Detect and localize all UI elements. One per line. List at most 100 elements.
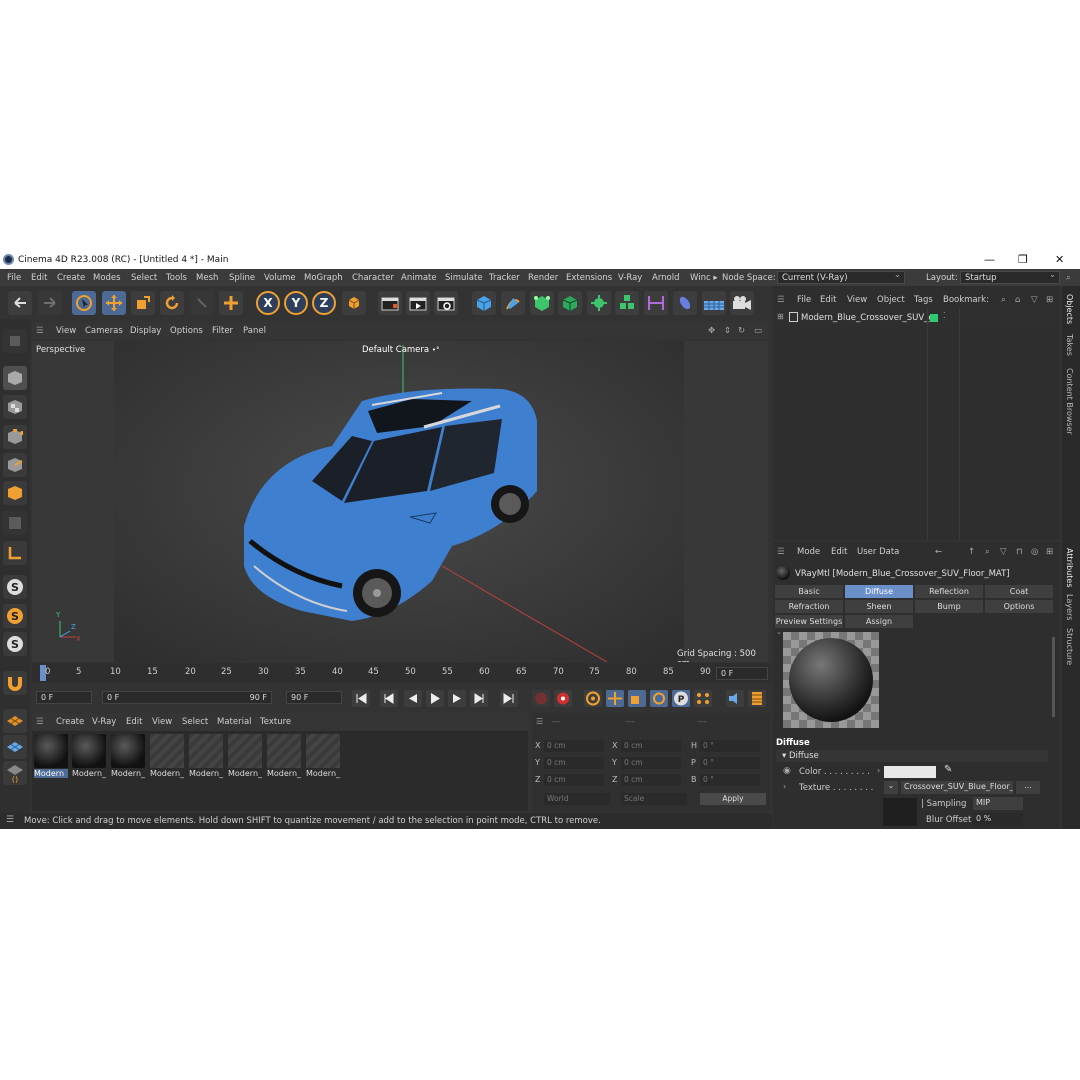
material-menu-edit[interactable]: Edit bbox=[126, 717, 142, 727]
array-icon[interactable] bbox=[615, 291, 639, 315]
attribute-new-window-icon[interactable]: ⊞ bbox=[1046, 547, 1053, 557]
floor-icon[interactable] bbox=[702, 291, 726, 315]
object-menu-icon[interactable]: ☰ bbox=[777, 295, 785, 305]
tab-basic[interactable]: Basic bbox=[775, 585, 843, 598]
viewport-menu-view[interactable]: View bbox=[56, 326, 76, 336]
position-z-field[interactable]: 0 cm bbox=[544, 774, 604, 786]
viewport-menu-options[interactable]: Options bbox=[170, 326, 203, 336]
size-y-field[interactable]: 0 cm bbox=[621, 757, 681, 769]
coord-mode-dropdown[interactable]: Scale bbox=[621, 793, 687, 805]
x-axis-icon[interactable]: X bbox=[256, 291, 280, 315]
object-row[interactable]: ⊞ Modern_Blue_Crossover_SUV_g ⁚ bbox=[773, 310, 1060, 326]
viewport-menu-cameras[interactable]: Cameras bbox=[85, 326, 123, 336]
side-tab-attributes[interactable]: Attributes bbox=[1065, 548, 1074, 588]
layout-dropdown[interactable]: Startup bbox=[960, 270, 1060, 284]
blur-offset-field[interactable]: 0 % bbox=[973, 813, 1023, 826]
viewport[interactable]: Perspective Default Camera •° Y Z X Grid… bbox=[32, 341, 768, 662]
menu-select[interactable]: Select bbox=[131, 273, 157, 283]
sound-icon[interactable] bbox=[726, 690, 744, 707]
attribute-scrollbar[interactable] bbox=[1052, 637, 1055, 717]
material-preview[interactable] bbox=[783, 632, 879, 728]
side-tab-takes[interactable]: Takes bbox=[1065, 334, 1074, 356]
attribute-filter-icon[interactable]: ▽ bbox=[1000, 547, 1007, 557]
texture-mode-icon[interactable] bbox=[3, 395, 27, 419]
side-tab-structure[interactable]: Structure bbox=[1065, 628, 1074, 665]
menu-window[interactable]: Winc ▸ bbox=[690, 273, 718, 283]
tab-preview-settings[interactable]: Preview Settings bbox=[775, 615, 843, 628]
end-frame-field[interactable]: 90 F bbox=[286, 691, 342, 704]
recent-icon[interactable] bbox=[190, 291, 214, 315]
next-frame-icon[interactable] bbox=[448, 690, 466, 707]
texture-field[interactable]: Crossover_SUV_Blue_Floor_ bbox=[901, 781, 1013, 794]
material-swatch[interactable]: Modern_ bbox=[111, 734, 145, 778]
current-frame-field[interactable]: 0 F bbox=[716, 667, 768, 680]
key-position-icon[interactable] bbox=[606, 690, 624, 707]
next-key-icon[interactable] bbox=[470, 690, 488, 707]
key-parameter-icon[interactable]: P bbox=[672, 690, 690, 707]
model-mode-icon[interactable] bbox=[3, 366, 27, 390]
camera-icon[interactable] bbox=[730, 291, 754, 315]
rotation-b-field[interactable]: 0 ° bbox=[700, 774, 760, 786]
menu-simulate[interactable]: Simulate bbox=[445, 273, 483, 283]
viewport-rotate-icon[interactable]: ↻ bbox=[738, 326, 745, 336]
side-tab-layers[interactable]: Layers bbox=[1065, 594, 1074, 620]
menu-mesh[interactable]: Mesh bbox=[196, 273, 218, 283]
viewport-menu-icon[interactable]: ☰ bbox=[36, 326, 44, 336]
viewport-pan-icon[interactable]: ✥ bbox=[708, 326, 715, 336]
menu-volume[interactable]: Volume bbox=[264, 273, 296, 283]
tab-reflection[interactable]: Reflection bbox=[915, 585, 983, 598]
render-view-icon[interactable] bbox=[406, 291, 430, 315]
close-icon[interactable]: ✕ bbox=[1055, 253, 1064, 266]
points-mode-icon[interactable] bbox=[3, 425, 27, 449]
snap-icon[interactable]: S bbox=[3, 575, 27, 599]
menu-animate[interactable]: Animate bbox=[401, 273, 437, 283]
visibility-dots-icon[interactable]: ⁚ bbox=[943, 311, 946, 320]
attribute-menu-user-data[interactable]: User Data bbox=[857, 547, 899, 557]
material-swatch[interactable]: Modern_ bbox=[189, 734, 223, 778]
size-x-field[interactable]: 0 cm bbox=[621, 740, 681, 752]
keyframe-selection-icon[interactable] bbox=[584, 690, 602, 707]
side-tab-objects[interactable]: Objects bbox=[1065, 294, 1074, 324]
workplane-snap-icon[interactable]: S bbox=[3, 632, 27, 656]
object-menu-edit[interactable]: Edit bbox=[820, 295, 836, 305]
previous-key-icon[interactable] bbox=[380, 690, 398, 707]
material-menu-create[interactable]: Create bbox=[56, 717, 84, 727]
menu-character[interactable]: Character bbox=[352, 273, 394, 283]
tab-options[interactable]: Options bbox=[985, 600, 1053, 613]
deformer-icon[interactable] bbox=[644, 291, 668, 315]
material-swatch[interactable]: Modern_ bbox=[306, 734, 340, 778]
status-menu-icon[interactable]: ☰ bbox=[6, 815, 14, 825]
material-swatch[interactable]: Modern_ bbox=[228, 734, 262, 778]
go-to-end-icon[interactable] bbox=[500, 690, 518, 707]
menu-modes[interactable]: Modes bbox=[93, 273, 121, 283]
menu-mograph[interactable]: MoGraph bbox=[304, 273, 343, 283]
minimize-icon[interactable]: — bbox=[984, 253, 995, 266]
planar-workplane-icon[interactable]: () bbox=[3, 761, 27, 785]
viewport-menu-panel[interactable]: Panel bbox=[243, 326, 266, 336]
object-new-window-icon[interactable]: ⊞ bbox=[1046, 295, 1053, 305]
film-icon[interactable] bbox=[748, 690, 766, 707]
target-icon[interactable]: ◎ bbox=[1031, 547, 1038, 557]
expand-icon[interactable]: ⊞ bbox=[777, 312, 784, 321]
position-y-field[interactable]: 0 cm bbox=[544, 757, 604, 769]
eyedropper-icon[interactable]: ✎ bbox=[944, 764, 952, 775]
uv-mode-icon[interactable] bbox=[3, 511, 27, 535]
material-swatch[interactable]: Modern bbox=[34, 734, 68, 778]
cube-icon[interactable] bbox=[472, 291, 496, 315]
magnet-icon[interactable] bbox=[3, 671, 27, 695]
make-editable-icon[interactable] bbox=[3, 329, 27, 353]
field-icon[interactable] bbox=[673, 291, 697, 315]
tab-bump[interactable]: Bump bbox=[915, 600, 983, 613]
material-menu-select[interactable]: Select bbox=[182, 717, 208, 727]
menu-extensions[interactable]: Extensions bbox=[566, 273, 612, 283]
key-pla-icon[interactable] bbox=[694, 690, 712, 707]
tab-refraction[interactable]: Refraction bbox=[775, 600, 843, 613]
rotate-icon[interactable] bbox=[160, 291, 184, 315]
tab-sheen[interactable]: Sheen bbox=[845, 600, 913, 613]
key-rotation-icon[interactable] bbox=[650, 690, 668, 707]
menu-create[interactable]: Create bbox=[57, 273, 85, 283]
menu-arnold[interactable]: Arnold bbox=[652, 273, 680, 283]
timeline-ruler[interactable]: 0 5 10 15 20 25 30 35 40 45 50 55 60 65 … bbox=[32, 663, 772, 683]
add-icon[interactable] bbox=[219, 291, 243, 315]
render-settings-icon[interactable] bbox=[434, 291, 458, 315]
